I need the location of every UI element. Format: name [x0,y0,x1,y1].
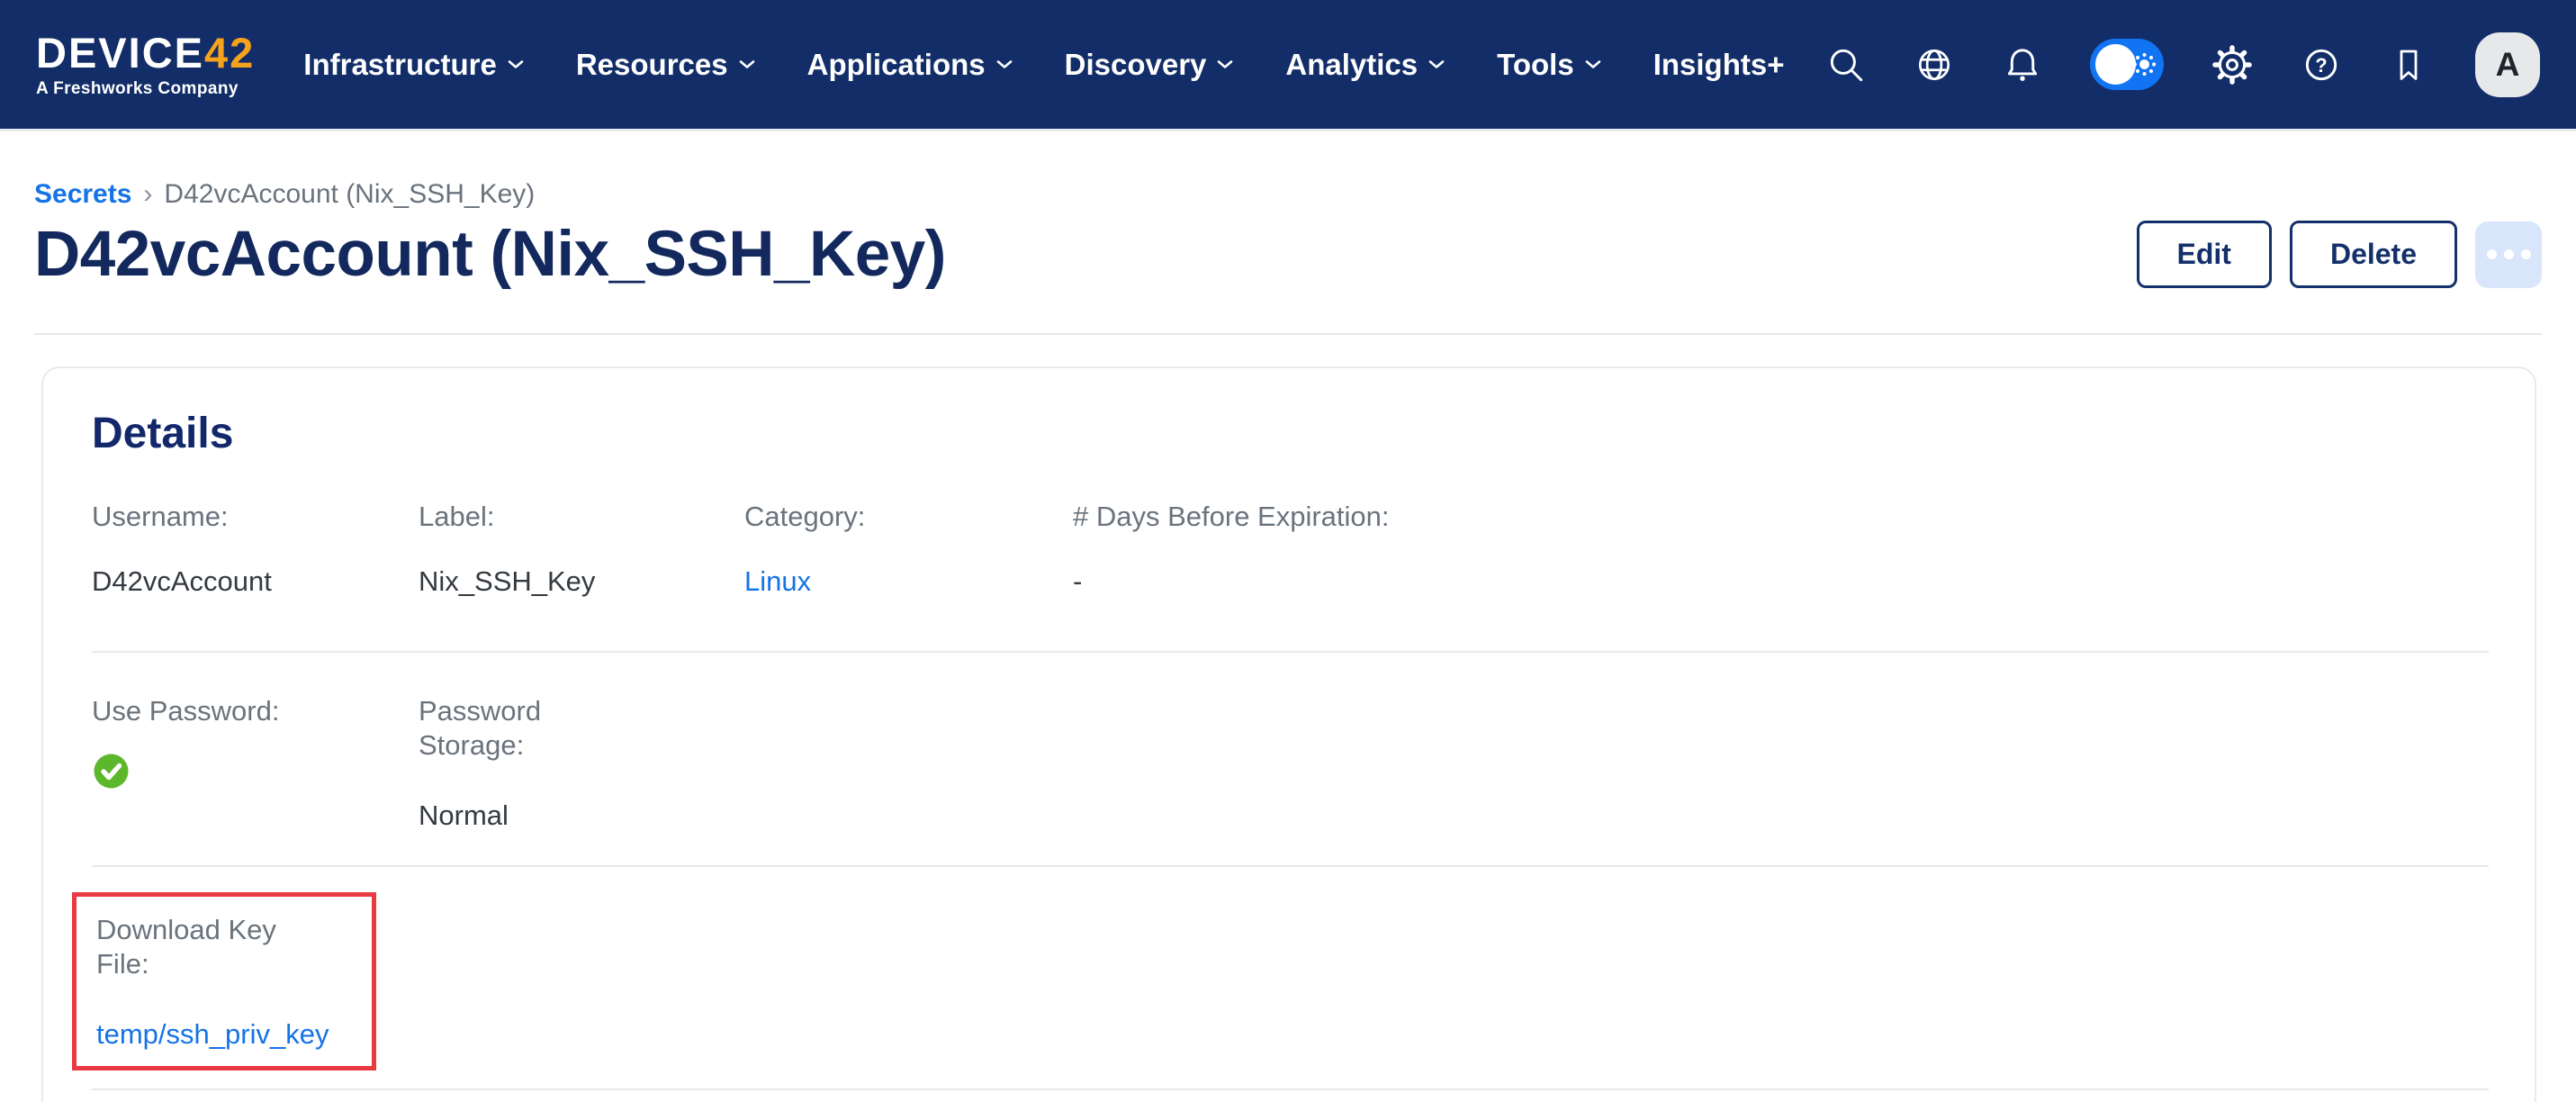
breadcrumb-separator: › [143,179,152,210]
page-content: Secrets › D42vcAccount (Nix_SSH_Key) D42… [0,179,2576,1102]
card-divider [92,651,2489,653]
chevron-down-icon [1585,59,1601,69]
logo-accent-42: 42 [204,29,255,77]
chevron-down-icon [1428,59,1445,69]
field-label: Password Storage: [419,694,608,763]
field-label: Label: Nix_SSH_Key [419,500,744,599]
field-label: Use Password: [92,694,419,728]
globe-icon [1914,44,1955,86]
nav-item-applications[interactable]: Applications [807,48,1013,82]
help-icon: ? [2301,44,2342,86]
top-navbar: DEVICE42 A Freshworks Company Infrastruc… [0,0,2576,129]
nav-item-infrastructure[interactable]: Infrastructure [303,48,524,82]
field-value: D42vcAccount [92,565,419,599]
title-row: D42vcAccount (Nix_SSH_Key) Edit Delete [34,217,2542,292]
chevron-down-icon [996,59,1013,69]
field-label: Username: [92,500,419,534]
device42-logo[interactable]: DEVICE42 A Freshworks Company [36,32,255,97]
field-value: Normal [419,799,744,833]
help-button[interactable]: ? [2301,44,2342,86]
details-card: Details Username: D42vcAccount Label: Ni… [41,366,2536,1102]
field-days-before-expiration: # Days Before Expiration: - [1073,500,2489,599]
search-icon [1825,44,1867,86]
notifications-button[interactable] [2002,44,2043,86]
details-heading: Details [92,368,2489,460]
bell-icon [2002,44,2043,86]
chevron-down-icon [1217,59,1233,69]
page-actions: Edit Delete [2137,221,2542,288]
category-linux-link[interactable]: Linux [744,565,811,597]
field-category: Category: Linux [744,500,1073,599]
field-username: Username: D42vcAccount [92,500,419,599]
logo-tagline: A Freshworks Company [36,80,255,97]
topbar-icons: ? A [1825,32,2540,97]
nav-item-insights[interactable]: Insights+ [1653,48,1785,82]
ellipsis-icon [2487,249,2497,259]
edit-button[interactable]: Edit [2137,221,2272,288]
search-button[interactable] [1825,44,1867,86]
breadcrumb-secrets-link[interactable]: Secrets [34,179,131,210]
card-divider [92,865,2489,867]
card-divider [92,1088,2489,1090]
download-key-file-link[interactable]: temp/ssh_priv_key [96,1018,329,1050]
main-nav: Infrastructure Resources Applications Di… [303,48,1784,82]
nav-item-tools[interactable]: Tools [1497,48,1601,82]
settings-button[interactable] [2211,43,2254,86]
title-divider [34,333,2542,335]
avatar[interactable]: A [2475,32,2540,97]
breadcrumb-current: D42vcAccount (Nix_SSH_Key) [164,179,535,210]
field-password-storage: Password Storage: Normal [419,694,744,833]
field-label: # Days Before Expiration: [1073,500,2489,534]
details-fields-row: Username: D42vcAccount Label: Nix_SSH_Ke… [92,500,2489,599]
nav-item-resources[interactable]: Resources [576,48,755,82]
avatar-initial: A [2496,46,2520,84]
field-label: Category: [744,500,1073,534]
nav-item-discovery[interactable]: Discovery [1065,48,1234,82]
logo-wordmark: DEVICE42 [36,32,255,74]
language-button[interactable] [1914,44,1955,86]
gear-icon [2211,43,2254,86]
field-label: Download Key File: [96,913,285,981]
svg-text:?: ? [2315,53,2327,76]
breadcrumb: Secrets › D42vcAccount (Nix_SSH_Key) [34,179,2542,210]
delete-button[interactable]: Delete [2290,221,2457,288]
bookmarks-button[interactable] [2389,45,2428,85]
toggle-knob [2095,44,2136,85]
field-use-password: Use Password: [92,694,419,833]
page-title: D42vcAccount (Nix_SSH_Key) [34,217,946,292]
sun-icon [2132,52,2157,77]
use-password-checked-icon [92,752,131,790]
download-key-highlight-annotation: Download Key File: temp/ssh_priv_key [72,892,376,1070]
more-actions-button[interactable] [2475,221,2542,288]
theme-toggle[interactable] [2090,39,2164,90]
password-fields-row: Use Password: Password Storage: Normal [92,694,2489,833]
field-value: Nix_SSH_Key [419,565,744,599]
chevron-down-icon [739,59,755,69]
chevron-down-icon [508,59,524,69]
field-value: - [1073,565,2489,599]
field-label: Label: [419,500,744,534]
bookmark-icon [2389,45,2428,85]
nav-item-analytics[interactable]: Analytics [1285,48,1445,82]
